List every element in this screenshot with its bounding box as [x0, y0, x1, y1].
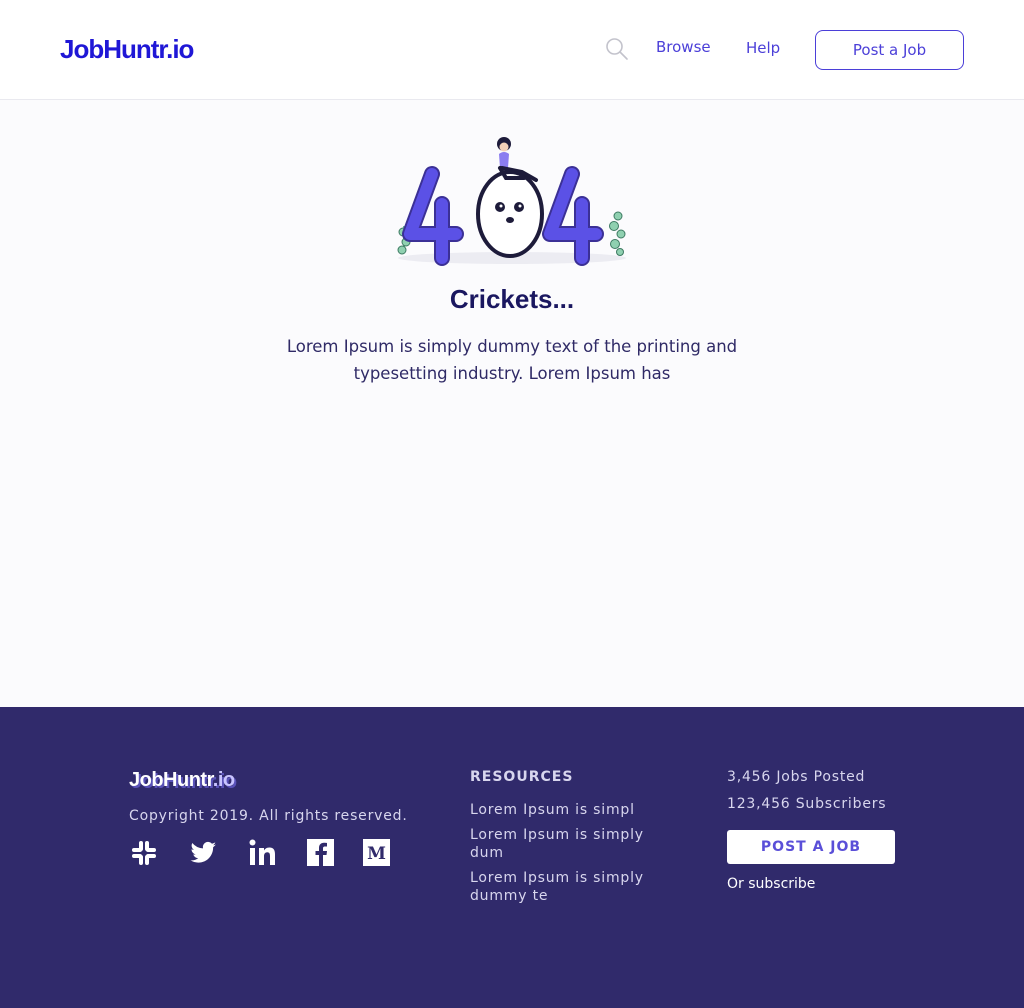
- site-header: JobHuntr.io Browse Help Post a Job: [0, 0, 1024, 100]
- subscribe-link[interactable]: Or subscribe: [727, 876, 815, 892]
- resources-heading: RESOURCES: [470, 769, 574, 785]
- resource-link[interactable]: Lorem Ipsum is simply dummy te: [470, 869, 670, 905]
- slack-icon[interactable]: [129, 838, 159, 868]
- footer-post-job-button[interactable]: POST A JOB: [727, 830, 895, 864]
- nav-browse-link[interactable]: Browse: [656, 38, 711, 56]
- footer-logo-main: JobHuntr: [129, 769, 213, 791]
- post-job-button[interactable]: Post a Job: [815, 30, 964, 70]
- resource-link[interactable]: Lorem Ipsum is simpl: [470, 801, 670, 819]
- site-logo[interactable]: JobHuntr.io: [60, 34, 194, 65]
- search-icon[interactable]: [604, 36, 630, 62]
- copyright-text: Copyright 2019. All rights reserved.: [129, 808, 408, 824]
- svg-text:M: M: [367, 844, 386, 864]
- subscribers-stat: 123,456 Subscribers: [727, 796, 887, 812]
- twitter-icon[interactable]: [188, 838, 218, 868]
- facebook-icon[interactable]: [306, 838, 336, 868]
- page-title: Crickets...: [449, 284, 575, 314]
- jobs-posted-stat: 3,456 Jobs Posted: [727, 769, 866, 785]
- footer-logo-suffix: .io: [212, 769, 235, 791]
- site-footer: JobHuntr.io Copyright 2019. All rights r…: [0, 707, 1024, 1008]
- footer-logo[interactable]: JobHuntr.io: [129, 769, 235, 792]
- logo-suffix: .io: [166, 34, 194, 64]
- medium-icon[interactable]: M: [362, 838, 392, 868]
- logo-main: JobHuntr: [60, 34, 167, 64]
- cactus-right-icon: [609, 211, 626, 256]
- 404-illustration: [397, 137, 626, 266]
- page-description: Lorem Ipsum is simply dummy text of the …: [286, 337, 738, 383]
- resource-link[interactable]: Lorem Ipsum is simply dum: [470, 826, 670, 862]
- nav-help-link[interactable]: Help: [746, 39, 780, 57]
- linkedin-icon[interactable]: [248, 838, 278, 868]
